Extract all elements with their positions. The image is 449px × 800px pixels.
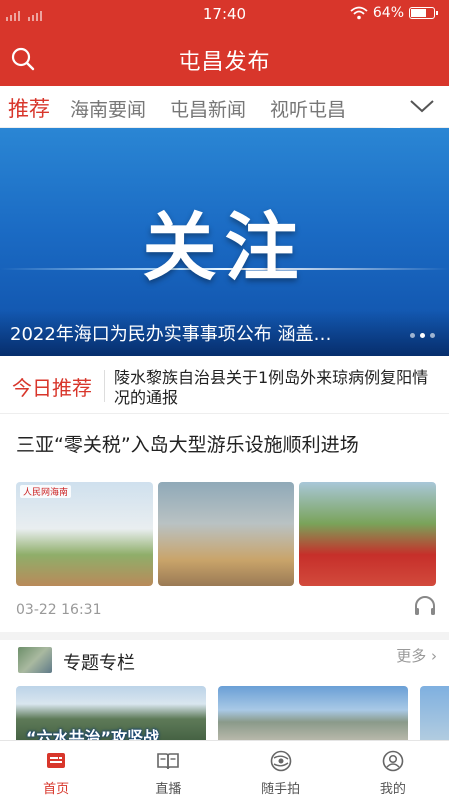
news-timestamp: 03-22 16:31 [16, 602, 102, 618]
news-image[interactable] [157, 482, 295, 586]
news-image[interactable]: 人民网海南 [16, 482, 153, 586]
headline-banner[interactable]: 关注 2022年海口为民办实事事项公布 涵盖… [0, 128, 449, 356]
tab-hainan-news[interactable]: 海南要闻 [70, 95, 146, 122]
section-gap [0, 632, 449, 640]
chevron-right-icon: › [431, 647, 437, 665]
banner-headline: 关注 [142, 205, 307, 291]
nav-profile[interactable]: 我的 [337, 741, 449, 800]
headphones-icon[interactable] [413, 595, 437, 617]
battery-percent: 64% [372, 5, 404, 21]
snapshot-icon [270, 750, 291, 772]
profile-icon [382, 750, 404, 772]
divider [104, 370, 105, 402]
nav-home[interactable]: 首页 [0, 741, 112, 800]
tab-recommend[interactable]: 推荐 [8, 93, 50, 123]
topics-title: 专题专栏 [63, 653, 135, 674]
topic-card[interactable] [420, 686, 449, 742]
nav-live[interactable]: 直播 [112, 741, 224, 800]
tab-tunchang-news[interactable]: 屯昌新闻 [170, 95, 246, 122]
source-logo: 人民网海南 [20, 485, 72, 498]
chevron-down-icon[interactable] [409, 96, 435, 116]
category-tabs: 推荐 海南要闻 屯昌新闻 视听屯昌 [0, 86, 449, 128]
today-pick-label: 今日推荐 [12, 376, 92, 400]
app-header: 屯昌发布 [0, 28, 449, 86]
home-icon [47, 753, 66, 768]
news-image[interactable] [299, 482, 437, 586]
battery-icon [409, 7, 438, 19]
topic-card[interactable] [218, 686, 408, 742]
topics-carousel[interactable]: “六水共治”攻坚战 [16, 686, 449, 742]
wifi-icon [350, 6, 368, 20]
bottom-nav: 首页 直播 随手拍 我的 [0, 740, 449, 800]
news-title[interactable]: 三亚“零关税”入岛大型游乐设施顺利进场 [16, 430, 436, 457]
carousel-dots [410, 333, 435, 338]
topics-header: 专题专栏 更多 › [0, 640, 449, 680]
banner-caption-bar: 2022年海口为民办实事事项公布 涵盖… [0, 310, 449, 356]
today-pick-headline[interactable]: 陵水黎族自治县关于1例岛外来琼病例复阳情况的通报 [114, 368, 434, 408]
status-bar: 17:40 64% [0, 0, 449, 28]
news-image-row[interactable]: 人民网海南 [16, 482, 437, 586]
tab-tunchang-av[interactable]: 视听屯昌 [270, 95, 346, 122]
banner-caption: 2022年海口为民办实事事项公布 涵盖… [10, 324, 332, 345]
topics-more-label: 更多 [396, 647, 427, 665]
nav-home-label: 首页 [43, 782, 70, 797]
today-pick[interactable]: 今日推荐 陵水黎族自治县关于1例岛外来琼病例复阳情况的通报 [0, 358, 449, 414]
app-title: 屯昌发布 [178, 50, 271, 75]
topics-more-link[interactable]: 更多 › [396, 645, 437, 666]
nav-profile-label: 我的 [379, 782, 406, 797]
topic-card[interactable]: “六水共治”攻坚战 [16, 686, 206, 742]
nav-snapshot[interactable]: 随手拍 [225, 741, 337, 800]
tab-fade [372, 86, 400, 128]
nav-live-label: 直播 [155, 782, 182, 797]
live-icon [157, 753, 180, 770]
nav-snapshot-label: 随手拍 [261, 782, 301, 797]
topics-thumbnail [18, 647, 52, 673]
